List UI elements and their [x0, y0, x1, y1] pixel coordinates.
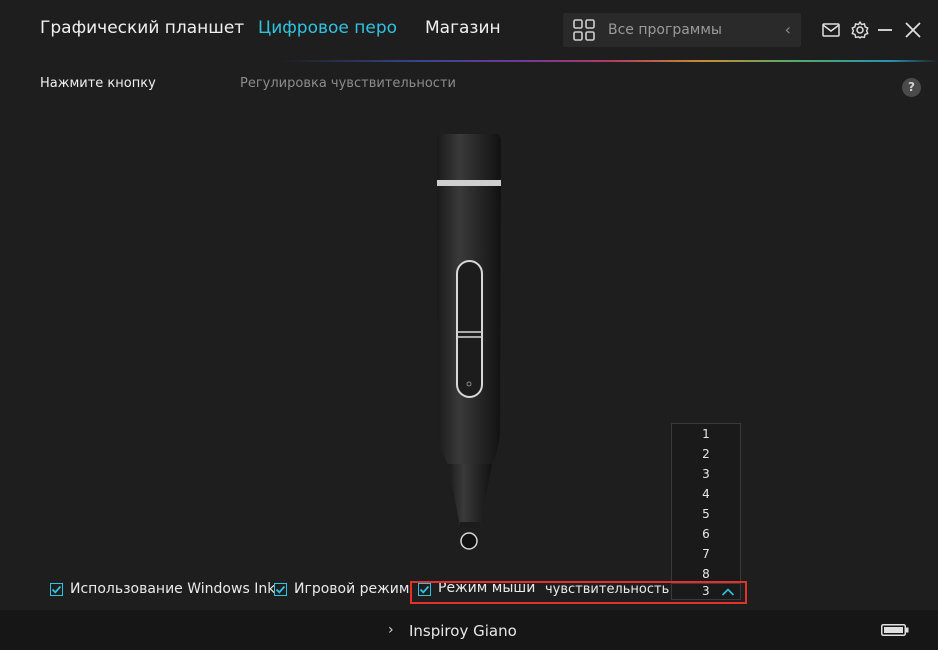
help-icon[interactable]: ? — [902, 78, 921, 97]
sensitivity-option[interactable]: 1 — [672, 424, 740, 444]
sensitivity-option[interactable]: 7 — [672, 544, 740, 564]
game-mode-checkbox[interactable] — [274, 583, 287, 596]
gear-icon[interactable] — [850, 20, 870, 40]
sensitivity-option[interactable]: 6 — [672, 524, 740, 544]
header-divider — [0, 60, 938, 62]
header-bar: Графический планшет Цифровое перо Магази… — [0, 0, 938, 60]
windows-ink-label: Использование Windows Ink — [70, 581, 276, 597]
tab-graphic-tablet[interactable]: Графический планшет — [40, 18, 244, 38]
footer-bar: › Inspiroy Giano — [0, 610, 938, 650]
all-programs-label: Все программы — [608, 22, 722, 38]
mail-icon[interactable] — [821, 20, 841, 40]
battery-icon — [881, 624, 909, 636]
device-name[interactable]: Inspiroy Giano — [409, 622, 517, 640]
all-programs-selector[interactable]: Все программы ‹ — [563, 13, 801, 47]
minimize-icon[interactable] — [875, 20, 895, 40]
chevron-left-icon[interactable]: ‹ — [785, 20, 791, 39]
windows-ink-checkbox[interactable] — [50, 583, 63, 596]
sensitivity-option[interactable]: 3 — [672, 464, 740, 484]
tab-digital-pen[interactable]: Цифровое перо — [258, 18, 397, 38]
sensitivity-option[interactable]: 2 — [672, 444, 740, 464]
game-mode-label: Игровой режим — [294, 581, 410, 597]
sensitivity-option[interactable]: 5 — [672, 504, 740, 524]
highlight-box — [410, 581, 747, 604]
sensitivity-dropdown-list: 1 2 3 4 5 6 7 8 — [671, 423, 741, 599]
grid-icon — [573, 19, 595, 41]
sensitivity-option[interactable]: 4 — [672, 484, 740, 504]
close-icon[interactable] — [903, 20, 923, 40]
subtab-press-button[interactable]: Нажмите кнопку — [40, 76, 156, 91]
tab-store[interactable]: Магазин — [425, 18, 501, 38]
subtab-sensitivity-adjustment[interactable]: Регулировка чувствительности — [240, 76, 456, 91]
digital-pen-illustration — [437, 134, 501, 550]
chevron-right-icon[interactable]: › — [388, 622, 394, 638]
